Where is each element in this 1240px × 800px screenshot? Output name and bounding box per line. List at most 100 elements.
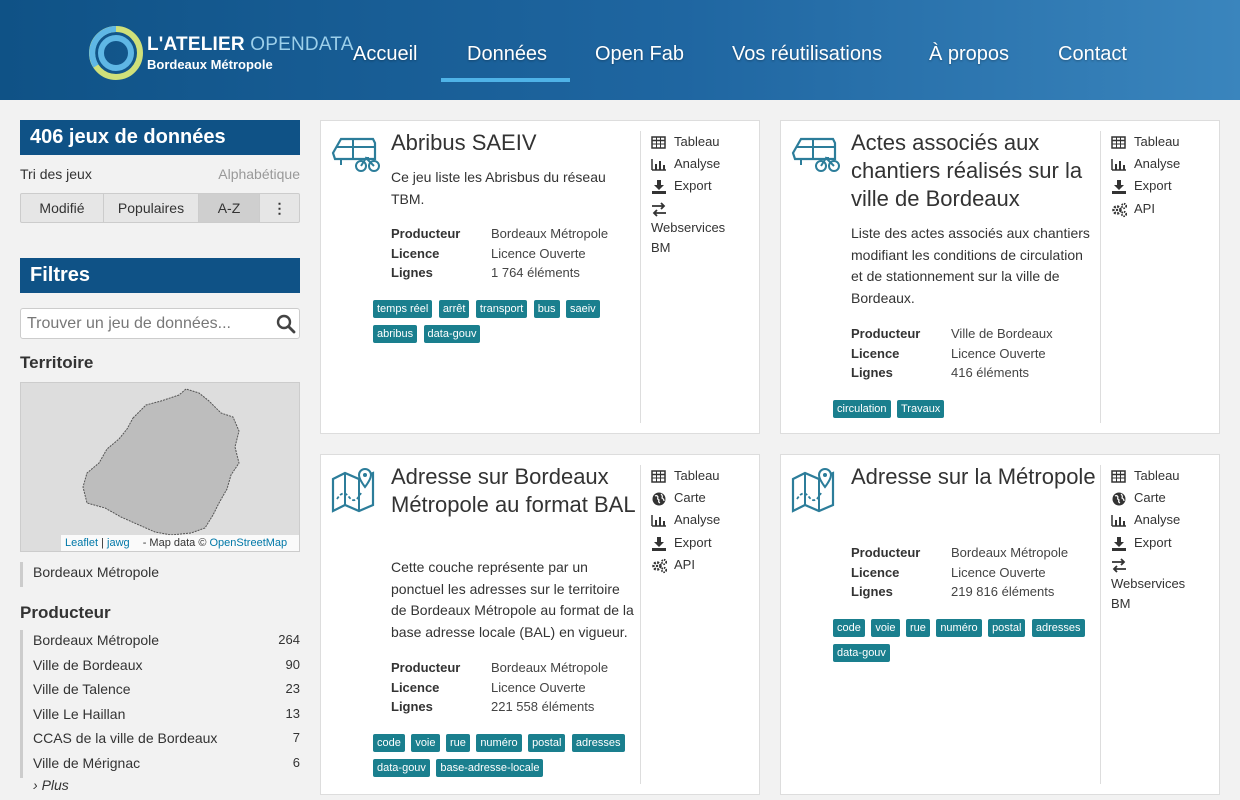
territoire-map[interactable]: Leaflet | jawg - Map data © OpenStreetMa… <box>20 382 300 552</box>
producteur-item[interactable]: Ville de Bordeaux 90 <box>23 655 300 680</box>
tag[interactable]: Travaux <box>896 400 945 418</box>
globe-icon <box>1111 492 1127 507</box>
dataset-card[interactable]: Actes associés aux chantiers réalisés su… <box>780 120 1220 434</box>
action-carte[interactable]: Carte <box>651 487 750 509</box>
globe-icon <box>651 492 667 507</box>
action-analyse[interactable]: Analyse <box>1111 509 1210 531</box>
tag[interactable]: rue <box>905 619 930 637</box>
site-logo[interactable]: L'ATELIER OPENDATA Bordeaux Métropole <box>88 20 353 86</box>
action-export[interactable]: Export <box>651 175 750 197</box>
tag[interactable]: base-adresse-locale <box>436 759 544 777</box>
tag[interactable]: adresses <box>1031 619 1085 637</box>
action-carte[interactable]: Carte <box>1111 487 1210 509</box>
dataset-card[interactable]: Abribus SAEIV Ce jeu liste les Abrisbus … <box>320 120 760 434</box>
dataset-title[interactable]: Actes associés aux chantiers réalisés su… <box>851 129 1101 213</box>
action-analyse[interactable]: Analyse <box>651 509 750 531</box>
meta-key: Producteur <box>391 226 461 241</box>
bus-bike-icon <box>791 137 841 173</box>
territoire-item[interactable]: Bordeaux Métropole <box>23 562 300 587</box>
sort-az-button[interactable]: A-Z <box>199 194 260 222</box>
sort-current-value: Alphabétique <box>218 166 300 182</box>
tag[interactable]: voie <box>871 619 900 637</box>
tag[interactable]: voie <box>411 734 440 752</box>
sort-populaires-button[interactable]: Populaires <box>104 194 199 222</box>
producteur-item[interactable]: Ville Le Haillan 13 <box>23 704 300 729</box>
action-export[interactable]: Export <box>1111 175 1210 197</box>
action-tableau[interactable]: Tableau <box>1111 465 1210 487</box>
nav-donnees[interactable]: Données <box>467 43 547 66</box>
nav-open-fab[interactable]: Open Fab <box>595 43 684 66</box>
tag-list: temps réel arrêt transport bus saeiv abr… <box>373 299 618 349</box>
tag[interactable]: circulation <box>833 400 891 418</box>
sort-modifie-button[interactable]: Modifié <box>21 194 104 222</box>
tag[interactable]: data-gouv <box>423 325 481 343</box>
nav-a-propos[interactable]: À propos <box>929 43 1009 66</box>
tag[interactable]: code <box>833 619 865 637</box>
search-input[interactable] <box>21 309 261 338</box>
action-analyse[interactable]: Analyse <box>651 153 750 175</box>
producteur-item-label: Ville de Talence <box>33 681 131 698</box>
tag[interactable]: abribus <box>373 325 418 343</box>
dataset-title[interactable]: Adresse sur la Métropole <box>851 463 1096 491</box>
producteur-item[interactable]: Ville de Mérignac 6 <box>23 753 300 778</box>
jawg-link[interactable]: jawg <box>107 537 130 549</box>
meta-lignes: 416 éléments <box>951 365 1030 380</box>
action-webservices[interactable]: Webservices BM <box>1111 557 1191 614</box>
leaflet-link[interactable]: Leaflet <box>65 537 98 549</box>
tag[interactable]: numéro <box>936 619 982 637</box>
action-export[interactable]: Export <box>1111 532 1210 554</box>
more-producteurs-link[interactable]: › Plus <box>33 777 69 793</box>
osm-link[interactable]: OpenStreetMap <box>210 537 288 549</box>
action-label: Tableau <box>674 134 720 149</box>
action-label: Export <box>674 178 712 194</box>
action-tableau[interactable]: Tableau <box>1111 131 1210 153</box>
sort-more-button[interactable]: ⋮ <box>260 194 299 222</box>
action-webservices[interactable]: Webservices BM <box>651 201 731 258</box>
tag[interactable]: code <box>373 734 405 752</box>
action-label: Tableau <box>674 468 720 483</box>
tag[interactable]: rue <box>445 734 470 752</box>
tag[interactable]: temps réel <box>373 300 433 318</box>
producteur-item-count: 7 <box>292 730 300 746</box>
tag[interactable]: transport <box>475 300 528 318</box>
action-tableau[interactable]: Tableau <box>651 465 750 487</box>
tag[interactable]: data-gouv <box>373 759 430 777</box>
tag[interactable]: postal <box>528 734 566 752</box>
action-export[interactable]: Export <box>651 532 750 554</box>
tag[interactable]: numéro <box>476 734 522 752</box>
sort-label: Tri des jeux <box>20 166 92 182</box>
action-api[interactable]: API <box>1111 198 1210 220</box>
tag[interactable]: data-gouv <box>833 644 890 662</box>
tag[interactable]: saeiv <box>565 300 600 318</box>
producteur-item[interactable]: CCAS de la ville de Bordeaux 7 <box>23 728 300 753</box>
producteur-item-count: 6 <box>292 754 300 770</box>
nav-accueil[interactable]: Accueil <box>353 43 417 66</box>
table-icon <box>1111 470 1126 483</box>
dataset-title[interactable]: Adresse sur Bordeaux Métropole au format… <box>391 463 636 519</box>
filters-title: Filtres <box>20 258 300 293</box>
logo-title-accent: OPENDATA <box>250 34 354 55</box>
tag[interactable]: postal <box>988 619 1026 637</box>
action-label: Webservices BM <box>1111 575 1186 611</box>
action-label: Analyse <box>1134 156 1181 172</box>
nav-contact[interactable]: Contact <box>1058 43 1127 66</box>
producteur-item[interactable]: Bordeaux Métropole 264 <box>23 630 300 655</box>
table-icon <box>651 470 666 483</box>
tag[interactable]: adresses <box>571 734 625 752</box>
dataset-title[interactable]: Abribus SAEIV <box>391 129 641 157</box>
producteur-item-count: 23 <box>285 681 300 697</box>
action-api[interactable]: API <box>651 554 750 576</box>
action-tableau[interactable]: Tableau <box>651 131 750 153</box>
bar-chart-icon <box>651 514 667 528</box>
nav-vos-reutilisations[interactable]: Vos réutilisations <box>732 43 882 66</box>
producteur-item[interactable]: Ville de Talence 23 <box>23 679 300 704</box>
action-analyse[interactable]: Analyse <box>1111 153 1210 175</box>
tag[interactable]: arrêt <box>438 300 470 318</box>
dataset-card[interactable]: Adresse sur Bordeaux Métropole au format… <box>320 454 760 795</box>
search-icon[interactable] <box>276 314 296 334</box>
dataset-description: Ce jeu liste les Abrisbus du réseau TBM. <box>391 169 606 207</box>
tag[interactable]: bus <box>533 300 560 318</box>
dataset-card[interactable]: Adresse sur la Métropole Producteur Borde… <box>780 454 1220 795</box>
table-icon <box>1111 136 1126 149</box>
exchange-icon <box>1111 557 1127 573</box>
